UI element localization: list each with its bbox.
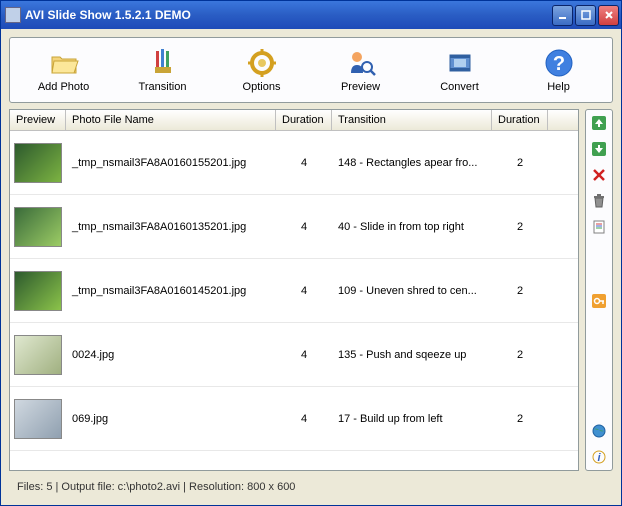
duration1-cell: 4 [276,281,332,301]
key-button[interactable] [590,292,608,310]
trash-button[interactable] [590,192,608,210]
delete-x-icon [591,167,607,183]
main-toolbar: Add Photo Transition Options Preview Con… [14,42,608,98]
maximize-button[interactable] [575,5,596,26]
tool-label: Preview [341,81,380,93]
preview-button[interactable]: Preview [311,42,410,98]
duration2-cell: 2 [492,345,548,365]
transition-cell: 135 - Push and sqeeze up [332,345,492,365]
add-photo-button[interactable]: Add Photo [14,42,113,98]
table-row[interactable]: 0024.jpg4135 - Push and sqeeze up2 [10,323,578,387]
duration1-cell: 4 [276,153,332,173]
thumbnail-cell [10,203,66,251]
folder-icon [48,47,80,79]
thumbnail-cell [10,395,66,443]
options-button[interactable]: Options [212,42,311,98]
transition-button[interactable]: Transition [113,42,212,98]
duration1-cell: 4 [276,409,332,429]
tool-label: Options [243,81,281,93]
transition-cell: 148 - Rectangles apear fro... [332,153,492,173]
column-headers: Preview Photo File Name Duration Transit… [10,110,578,131]
header-preview[interactable]: Preview [10,110,66,130]
filename-cell: _tmp_nsmail3FA8A0160145201.jpg [66,281,276,301]
table-row[interactable]: _tmp_nsmail3FA8A0160145201.jpg4109 - Une… [10,259,578,323]
delete-button[interactable] [590,166,608,184]
duration1-cell: 4 [276,217,332,237]
duration2-cell: 2 [492,217,548,237]
brushes-icon [147,47,179,79]
about-button[interactable]: i [590,448,608,466]
side-toolbar: i [585,109,613,471]
key-icon [591,293,607,309]
document-icon [591,219,607,235]
header-duration2[interactable]: Duration [492,110,548,130]
app-icon [5,7,21,23]
help-button[interactable]: ? Help [509,42,608,98]
thumbnail-cell [10,267,66,315]
status-bar: Files: 5 | Output file: c:\photo2.avi | … [9,477,613,497]
tool-label: Transition [139,81,187,93]
transition-cell: 109 - Uneven shred to cen... [332,281,492,301]
photo-thumbnail [14,335,62,375]
header-duration1[interactable]: Duration [276,110,332,130]
photo-list: Preview Photo File Name Duration Transit… [9,109,579,471]
move-down-button[interactable] [590,140,608,158]
thumbnail-cell [10,139,66,187]
filename-cell: 0024.jpg [66,345,276,365]
tool-label: Help [547,81,570,93]
gear-icon [246,47,278,79]
table-row[interactable]: _tmp_nsmail3FA8A0160135201.jpg440 - Slid… [10,195,578,259]
toolbar-panel: Add Photo Transition Options Preview Con… [9,37,613,103]
tool-label: Convert [440,81,479,93]
window-controls [552,5,619,26]
minimize-button[interactable] [552,5,573,26]
table-row[interactable]: _tmp_nsmail3FA8A0160155201.jpg4148 - Rec… [10,131,578,195]
header-filename[interactable]: Photo File Name [66,110,276,130]
filename-cell: 069.jpg [66,409,276,429]
globe-icon [591,423,607,439]
arrow-down-icon [591,141,607,157]
film-icon [444,47,476,79]
close-button[interactable] [598,5,619,26]
photo-thumbnail [14,271,62,311]
web-button[interactable] [590,422,608,440]
duration2-cell: 2 [492,153,548,173]
photo-thumbnail [14,143,62,183]
filename-cell: _tmp_nsmail3FA8A0160135201.jpg [66,217,276,237]
titlebar[interactable]: AVI Slide Show 1.5.2.1 DEMO [1,1,621,29]
help-icon: ? [543,47,575,79]
filename-cell: _tmp_nsmail3FA8A0160155201.jpg [66,153,276,173]
transition-cell: 17 - Build up from left [332,409,492,429]
convert-button[interactable]: Convert [410,42,509,98]
move-up-button[interactable] [590,114,608,132]
duration1-cell: 4 [276,345,332,365]
table-row[interactable]: 069.jpg417 - Build up from left2 [10,387,578,451]
thumbnail-cell [10,331,66,379]
properties-button[interactable] [590,218,608,236]
body-area: Preview Photo File Name Duration Transit… [9,109,613,471]
content-area: Add Photo Transition Options Preview Con… [1,29,621,505]
trash-icon [591,193,607,209]
svg-text:?: ? [552,53,564,75]
photo-thumbnail [14,207,62,247]
info-icon: i [591,449,607,465]
app-window: AVI Slide Show 1.5.2.1 DEMO Add Photo Tr… [0,0,622,506]
person-magnify-icon [345,47,377,79]
tool-label: Add Photo [38,81,89,93]
duration2-cell: 2 [492,281,548,301]
photo-thumbnail [14,399,62,439]
arrow-up-icon [591,115,607,131]
duration2-cell: 2 [492,409,548,429]
transition-cell: 40 - Slide in from top right [332,217,492,237]
header-transition[interactable]: Transition [332,110,492,130]
rows-container[interactable]: _tmp_nsmail3FA8A0160155201.jpg4148 - Rec… [10,131,578,470]
window-title: AVI Slide Show 1.5.2.1 DEMO [25,8,552,22]
